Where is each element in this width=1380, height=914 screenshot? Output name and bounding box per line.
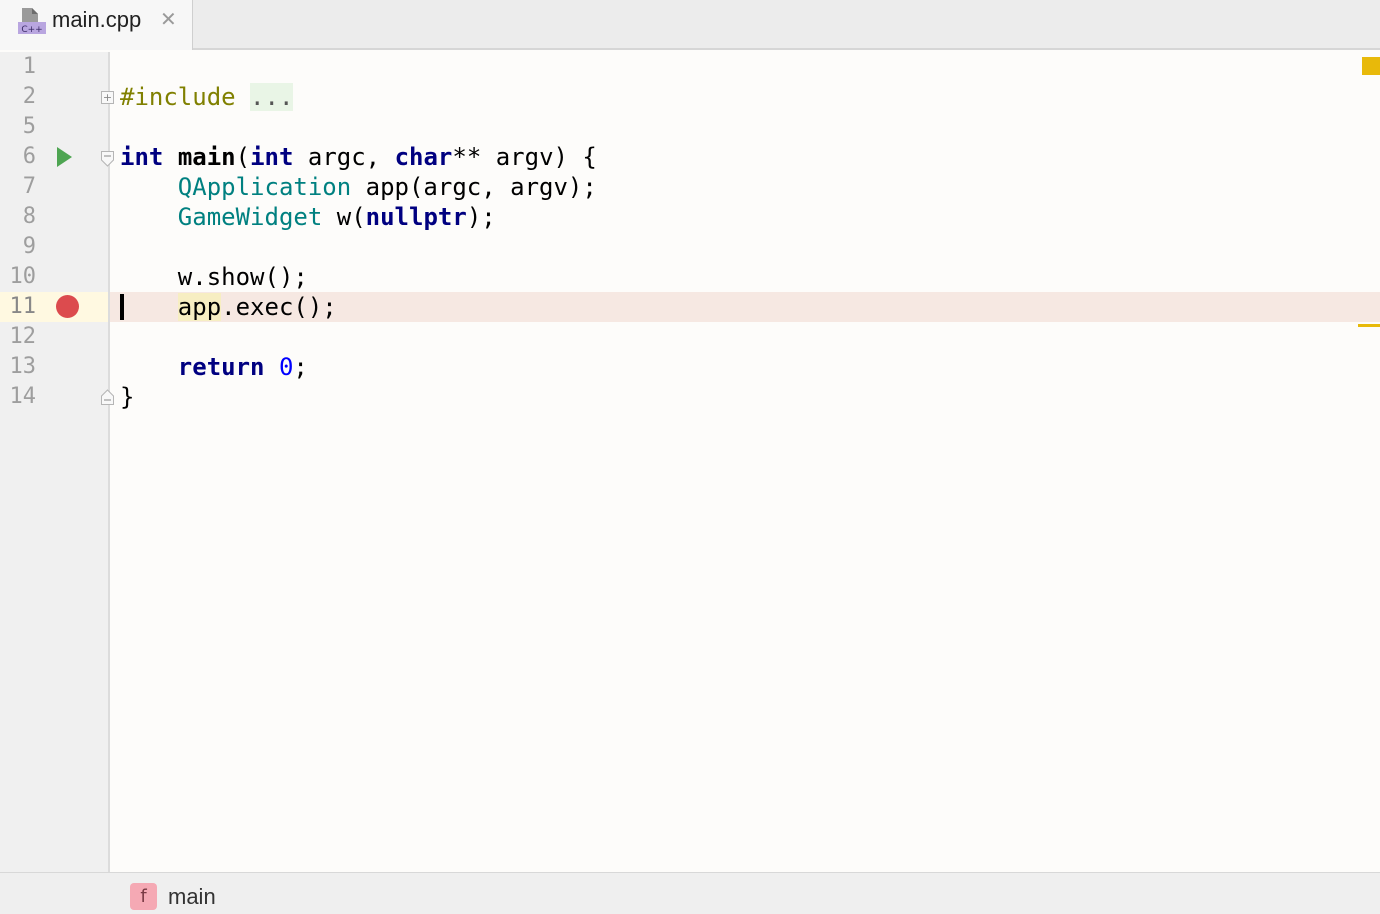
line-number: 6 — [22, 144, 36, 169]
editor-tab-bar: C++ main.cpp ✕ — [0, 0, 1380, 50]
code-text: QApplication app(argc, argv); — [120, 172, 597, 202]
code-text: return 0; — [120, 352, 308, 382]
breadcrumb-item-main[interactable]: main — [168, 884, 216, 910]
keyword: return — [177, 353, 265, 381]
code-rest: .exec(); — [221, 293, 337, 321]
line-number: 8 — [22, 204, 36, 229]
folded-region[interactable]: ... — [250, 83, 294, 111]
line-number: 9 — [22, 234, 36, 259]
code-text: GameWidget w(nullptr); — [120, 202, 496, 232]
gutter-line: 14 — [0, 382, 114, 412]
preprocessor-directive: #include — [120, 83, 236, 111]
warning-status-icon[interactable] — [1362, 57, 1380, 75]
number-literal: 0 — [278, 353, 294, 381]
close-icon[interactable]: ✕ — [160, 9, 180, 29]
line-number: 13 — [9, 354, 37, 379]
keyword: char — [394, 143, 453, 171]
breadcrumb: f main — [0, 872, 1380, 914]
code-rest: ** argv) { — [452, 143, 597, 171]
code-line[interactable]: GameWidget w(nullptr); — [110, 202, 1380, 232]
keyword: nullptr — [365, 203, 467, 231]
gutter-line: 12 — [0, 322, 108, 352]
type-name: GameWidget — [177, 203, 323, 231]
code-punct: ( — [235, 143, 251, 171]
code-line[interactable]: } — [110, 382, 1380, 412]
code-mid: w( — [322, 203, 366, 231]
code-rest: ); — [466, 203, 496, 231]
tab-label: main.cpp — [52, 7, 142, 32]
gutter-line-current: 11 — [0, 292, 108, 322]
code-line[interactable]: w.show(); — [110, 262, 1380, 292]
code-text: w.show(); — [120, 262, 308, 292]
line-number: 2 — [22, 84, 36, 109]
code-line-current[interactable]: app.exec(); — [110, 292, 1380, 322]
gutter-line: 13 — [0, 352, 108, 382]
code-line[interactable]: int main(int argc, char** argv) { — [110, 142, 1380, 172]
gutter-line: 1 — [0, 52, 108, 82]
code-editor[interactable]: #include ... int main(int argc, char** a… — [110, 52, 1380, 872]
code-text: int main(int argc, char** argv) { — [120, 142, 597, 172]
code-line[interactable]: #include ... — [110, 82, 1380, 112]
scrollbar-marker[interactable] — [1358, 324, 1380, 327]
line-number: 7 — [22, 174, 36, 199]
line-number: 14 — [9, 384, 37, 409]
function-name: main — [177, 143, 236, 171]
code-statement: w.show(); — [177, 263, 308, 291]
gutter-line: 5 — [0, 112, 108, 142]
run-icon[interactable] — [57, 147, 72, 167]
line-number: 1 — [22, 54, 36, 79]
keyword: int — [250, 143, 294, 171]
line-number: 10 — [9, 264, 37, 289]
cpp-file-icon: C++ — [18, 8, 46, 35]
gutter-line: 7 — [0, 172, 108, 202]
keyword: int — [120, 143, 164, 171]
tab-main-cpp[interactable]: C++ main.cpp ✕ — [0, 0, 193, 50]
line-number: 5 — [22, 114, 36, 139]
gutter-line: 8 — [0, 202, 108, 232]
code-rest: ; — [293, 353, 308, 381]
code-text: app.exec(); — [120, 292, 337, 322]
editor-gutter: 1 2 + 5 6 7 8 9 10 11 12 13 14 — [0, 52, 114, 872]
type-name: QApplication — [177, 173, 352, 201]
highlighted-identifier: app — [177, 293, 222, 321]
code-line[interactable]: QApplication app(argc, argv); — [110, 172, 1380, 202]
code-text: } — [120, 383, 135, 411]
breakpoint-icon[interactable] — [56, 295, 79, 318]
code-line[interactable]: return 0; — [110, 352, 1380, 382]
gutter-line: 6 — [0, 142, 114, 172]
gutter-line: 2 + — [0, 82, 114, 112]
cpp-icon-label: C++ — [21, 25, 42, 35]
gutter-line: 10 — [0, 262, 108, 292]
line-number: 11 — [9, 294, 37, 319]
function-icon: f — [130, 883, 157, 910]
gutter-line: 9 — [0, 232, 108, 262]
line-number: 12 — [9, 324, 37, 349]
code-rest: app(argc, argv); — [351, 173, 597, 201]
code-param: argc, — [293, 143, 395, 171]
code-text: #include ... — [120, 82, 294, 112]
code-line[interactable] — [110, 52, 1380, 82]
